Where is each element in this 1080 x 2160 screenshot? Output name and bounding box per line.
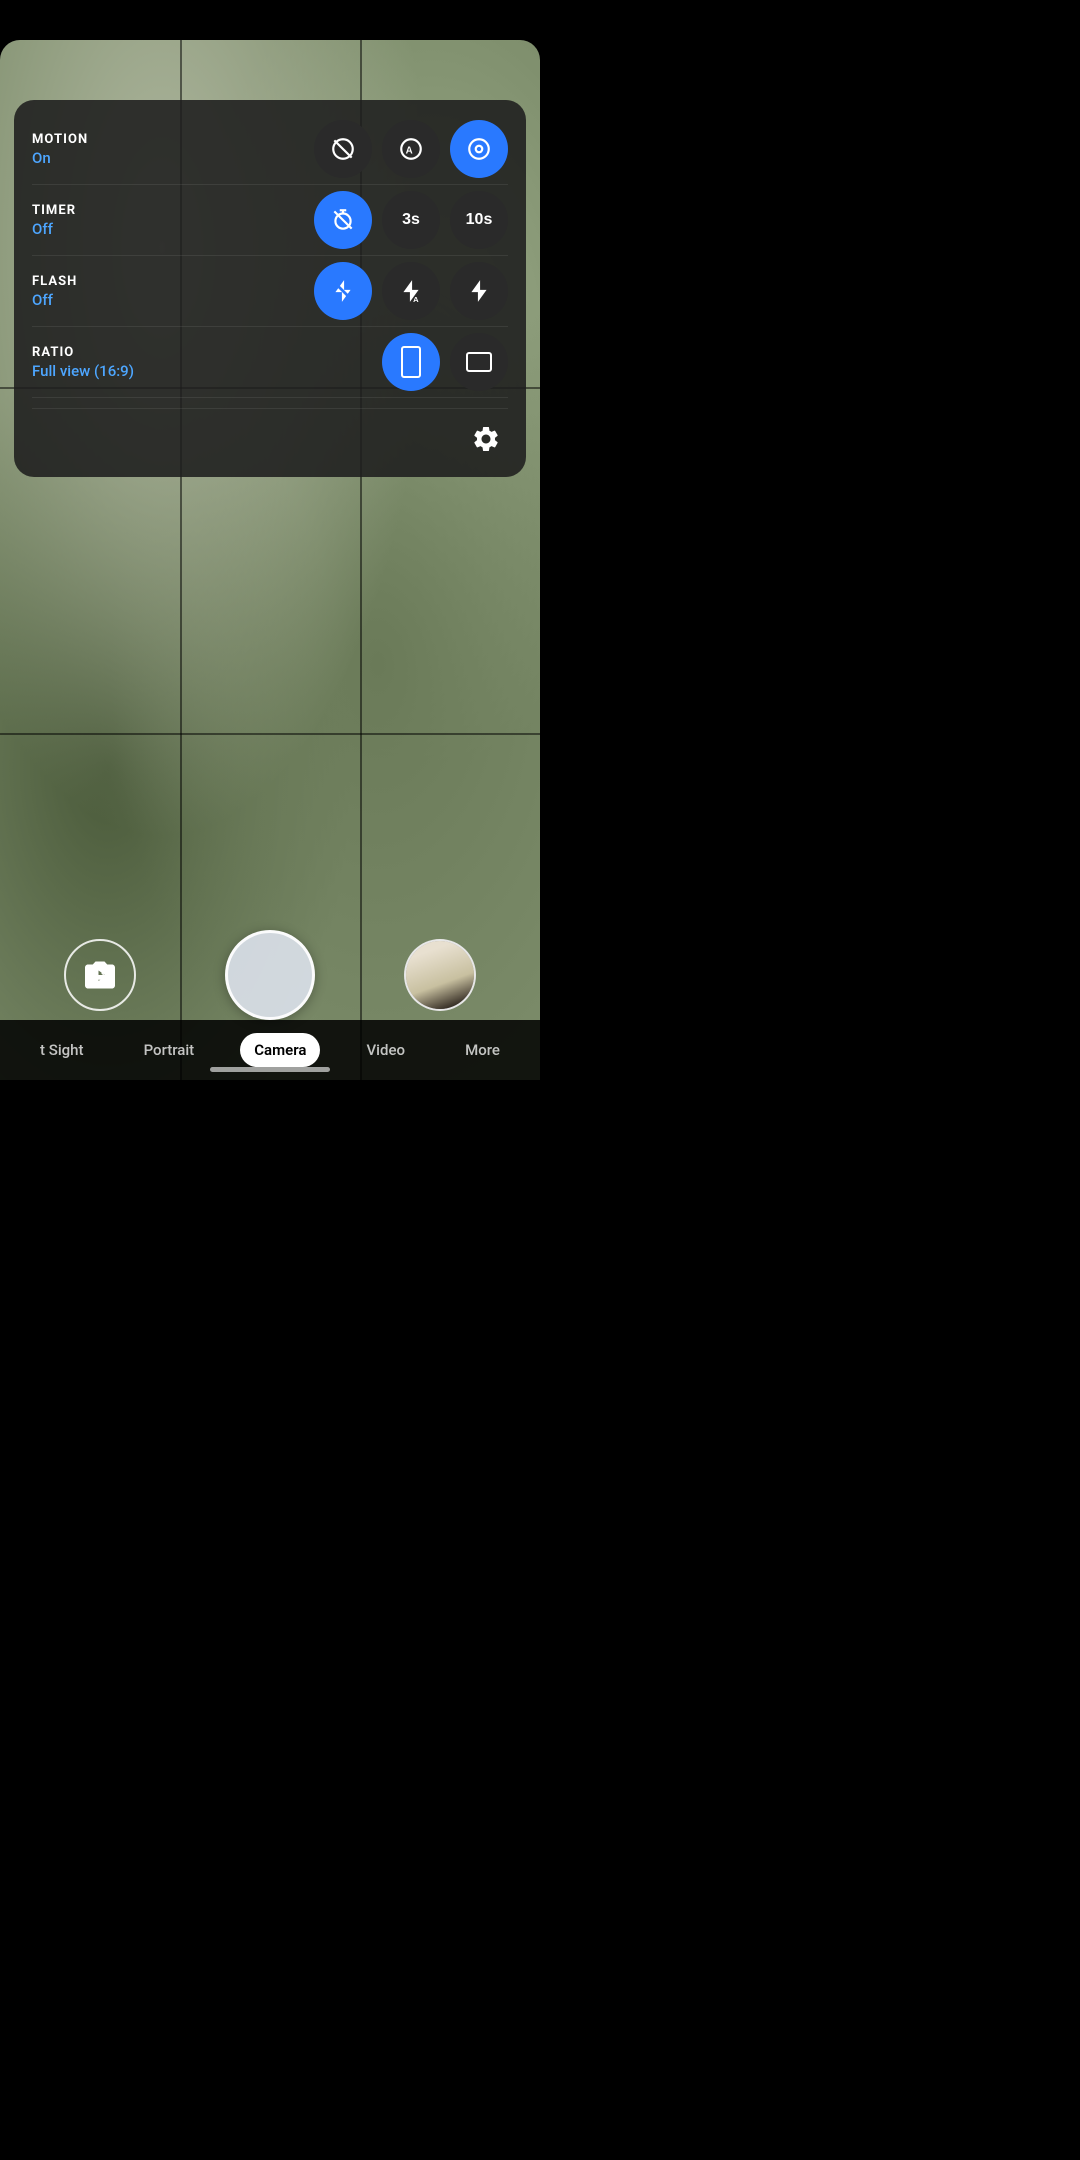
flash-setting-row: FLASH Off A (32, 262, 508, 327)
motion-off-button[interactable] (314, 120, 372, 178)
timer-10s-button[interactable]: 10s (450, 191, 508, 249)
tab-night-sight[interactable]: t Sight (26, 1033, 97, 1067)
flash-auto-icon: A (398, 278, 424, 304)
tab-more[interactable]: More (451, 1033, 514, 1067)
ratio-169-button[interactable] (382, 333, 440, 391)
ratio-label: RATIO (32, 345, 152, 360)
timer-label-col: TIMER Off (32, 203, 152, 238)
timer-3s-button[interactable]: 3s (382, 191, 440, 249)
motion-auto-icon: A (398, 136, 424, 162)
settings-footer (32, 408, 508, 461)
motion-on-button[interactable] (450, 120, 508, 178)
flash-value: Off (32, 291, 152, 309)
flip-camera-button[interactable] (64, 939, 136, 1011)
flash-on-button[interactable] (450, 262, 508, 320)
gallery-thumbnail[interactable] (404, 939, 476, 1011)
timer-off-button[interactable] (314, 191, 372, 249)
ratio-options (382, 333, 508, 391)
motion-setting-row: MOTION On A (32, 120, 508, 185)
flip-camera-icon (82, 957, 118, 993)
settings-gear-button[interactable] (464, 417, 508, 461)
gallery-thumbnail-image (406, 941, 474, 1009)
motion-value: On (32, 149, 152, 167)
flash-auto-button[interactable]: A (382, 262, 440, 320)
tab-portrait[interactable]: Portrait (130, 1033, 209, 1067)
timer-setting-row: TIMER Off 3s 10s (32, 191, 508, 256)
flash-on-icon (466, 278, 492, 304)
svg-text:A: A (406, 145, 413, 156)
timer-label: TIMER (32, 203, 152, 218)
home-indicator (210, 1067, 330, 1072)
timer-10s-label: 10s (466, 211, 493, 229)
gear-icon (471, 424, 501, 454)
flash-off-button[interactable] (314, 262, 372, 320)
svg-text:A: A (413, 295, 419, 304)
motion-options: A (314, 120, 508, 178)
motion-label-col: MOTION On (32, 132, 152, 167)
ratio-tall-shape (401, 346, 421, 378)
ratio-43-button[interactable] (450, 333, 508, 391)
tab-camera[interactable]: Camera (240, 1033, 320, 1067)
motion-off-icon (330, 136, 356, 162)
motion-on-icon (466, 136, 492, 162)
camera-controls (0, 930, 540, 1020)
timer-3s-label: 3s (402, 211, 420, 229)
flash-label-col: FLASH Off (32, 274, 152, 309)
ratio-setting-row: RATIO Full view (16:9) (32, 333, 508, 398)
flash-options: A (314, 262, 508, 320)
ratio-label-col: RATIO Full view (16:9) (32, 345, 152, 380)
tab-video[interactable]: Video (353, 1033, 420, 1067)
timer-off-icon (330, 207, 356, 233)
flash-off-icon (330, 278, 356, 304)
ratio-value: Full view (16:9) (32, 362, 152, 380)
settings-panel: MOTION On A (14, 100, 526, 477)
timer-options: 3s 10s (314, 191, 508, 249)
timer-value: Off (32, 220, 152, 238)
motion-label: MOTION (32, 132, 152, 147)
shutter-button[interactable] (225, 930, 315, 1020)
flash-label: FLASH (32, 274, 152, 289)
motion-auto-button[interactable]: A (382, 120, 440, 178)
ratio-wide-shape (466, 352, 492, 372)
